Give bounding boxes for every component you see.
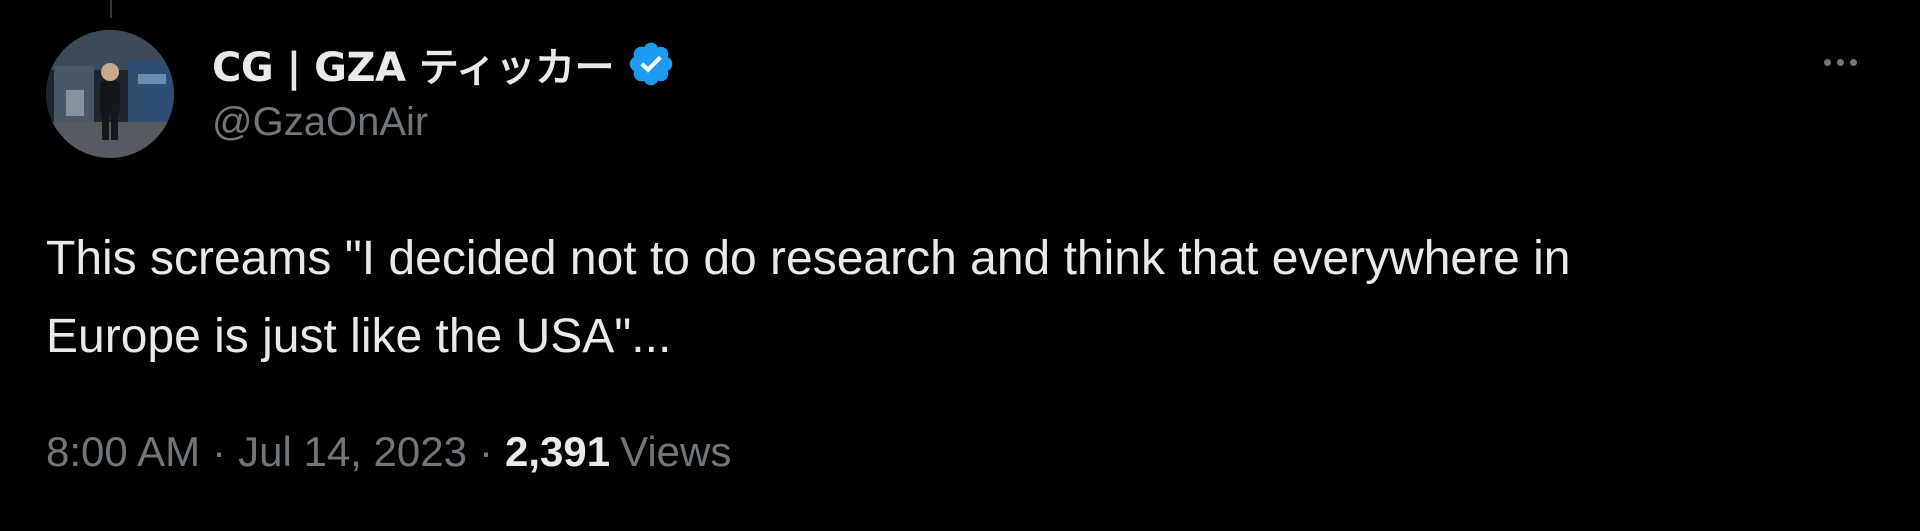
thread-connector-line (110, 0, 112, 18)
more-dot (1836, 58, 1844, 66)
separator-dot: · (212, 428, 227, 475)
tweet-metadata: 8:00 AM · Jul 14, 2023 · 2,391 Views (46, 428, 731, 476)
tweet-text-line: This screams "I decided not to do resear… (46, 232, 1571, 285)
more-dot (1849, 58, 1857, 66)
verified-badge-icon (629, 42, 673, 86)
tweet-text-line: Europe is just like the USA"... (46, 310, 672, 363)
views-label[interactable]: Views (620, 428, 731, 476)
tweet-date[interactable]: Jul 14, 2023 (238, 428, 467, 476)
more-horizontal-icon (1823, 58, 1831, 66)
tweet-body: This screams "I decided not to do resear… (46, 220, 1896, 376)
more-options-button[interactable] (1812, 40, 1868, 84)
author-name-row[interactable]: CG | GZA ティッカー (212, 36, 676, 92)
avatar[interactable] (46, 30, 174, 158)
author-handle[interactable]: @GzaOnAir (212, 100, 428, 145)
views-count[interactable]: 2,391 (505, 428, 610, 476)
author-display-name[interactable]: CG | GZA ティッカー (212, 35, 614, 93)
separator-dot: · (478, 428, 493, 475)
avatar-photo (46, 30, 174, 158)
tweet-time[interactable]: 8:00 AM (46, 428, 200, 476)
